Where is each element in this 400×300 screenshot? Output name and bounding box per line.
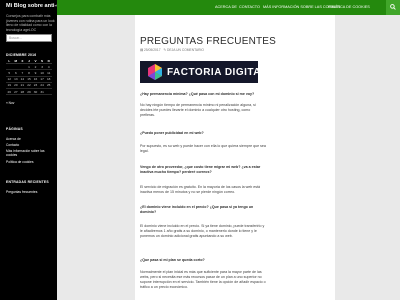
calendar-title: DICIEMBRE 2016 xyxy=(6,53,37,57)
recent-posts-title: ENTRADAS RECIENTES xyxy=(6,180,49,184)
calendar-icon: ▤ xyxy=(140,48,144,52)
primary-navigation: ACERCA DE CONTACTO MÁS INFORMACIÓN SOBRE… xyxy=(57,0,400,15)
calendar-widget: L M X J V S D 1234 5 6 7 8 9 10 11 12 13 14 15 16 1… xyxy=(6,58,52,96)
calendar-prev-link[interactable]: « Nov xyxy=(6,101,14,105)
nav-item-contacto[interactable]: CONTACTO xyxy=(239,5,260,9)
page-title: PREGUNTAS FRECUENTES xyxy=(140,36,277,47)
factoria-digital-banner: FACTORIA DIGITAL xyxy=(140,61,267,83)
sidebar-search-input[interactable]: Buscar... xyxy=(6,34,52,42)
entry-meta: ▤ 25/05/2017 ✎ DEJA UN COMENTARIO xyxy=(140,48,204,52)
sidebar-link-contacto[interactable]: Contacto xyxy=(6,143,19,147)
faq-question: ¿El dominio viene incluido en el precio?… xyxy=(140,205,254,214)
pages-widget-title: PÁGINAS xyxy=(6,127,23,131)
nav-item-acerca[interactable]: ACERCA DE xyxy=(215,5,237,9)
search-placeholder: Buscar... xyxy=(9,36,22,40)
faq-question: ¿Hay permanencia mínima? ¿Qué pasa con m… xyxy=(140,92,255,96)
search-icon xyxy=(390,4,396,10)
faq-question: ¿Puedo poner publicidad en mi web? xyxy=(140,131,204,135)
faq-answer: No hay ningún tiempo de permanencia míni… xyxy=(140,103,256,117)
site-description: Consejos para combatir más jóvenes con r… xyxy=(6,14,55,32)
nav-item-cookies-policy[interactable]: POLÍTICA DE COOKIES xyxy=(328,5,370,9)
sidebar-link-cookies-info[interactable]: Más información sobre las cookies xyxy=(6,149,54,157)
banner-text: FACTORIA DIGITAL xyxy=(167,67,268,78)
faq-answer: Normalmente el plan inicial es más que s… xyxy=(140,270,266,289)
faq-question: ¿Que pasa si mi plan se queda corto? xyxy=(140,258,205,262)
left-sidebar: Mi Blog sobre anti-envejecimiento con ag… xyxy=(0,0,131,300)
sidebar-link-acerca[interactable]: Acerca de xyxy=(6,137,21,141)
faq-answer: Por supuesto, es su web y puede hacer co… xyxy=(140,144,266,153)
sidebar-link-cookies-policy[interactable]: Política de cookies xyxy=(6,160,34,164)
faq-question: Vengo de otro proveedor, ¿que costo tien… xyxy=(140,165,261,174)
faq-answer: El dominio viene incluido en el precio. … xyxy=(140,224,265,238)
search-toggle-button[interactable] xyxy=(386,0,400,15)
faq-answer: El servicio de migración es gratuito. En… xyxy=(140,185,261,194)
leave-comment-link[interactable]: DEJA UN COMENTARIO xyxy=(167,48,204,52)
recent-post-link[interactable]: Preguntas frecuentes xyxy=(6,190,37,194)
factoria-logo-icon xyxy=(148,64,162,80)
post-date[interactable]: 25/05/2017 xyxy=(144,48,161,52)
comment-icon: ✎ xyxy=(163,48,167,52)
